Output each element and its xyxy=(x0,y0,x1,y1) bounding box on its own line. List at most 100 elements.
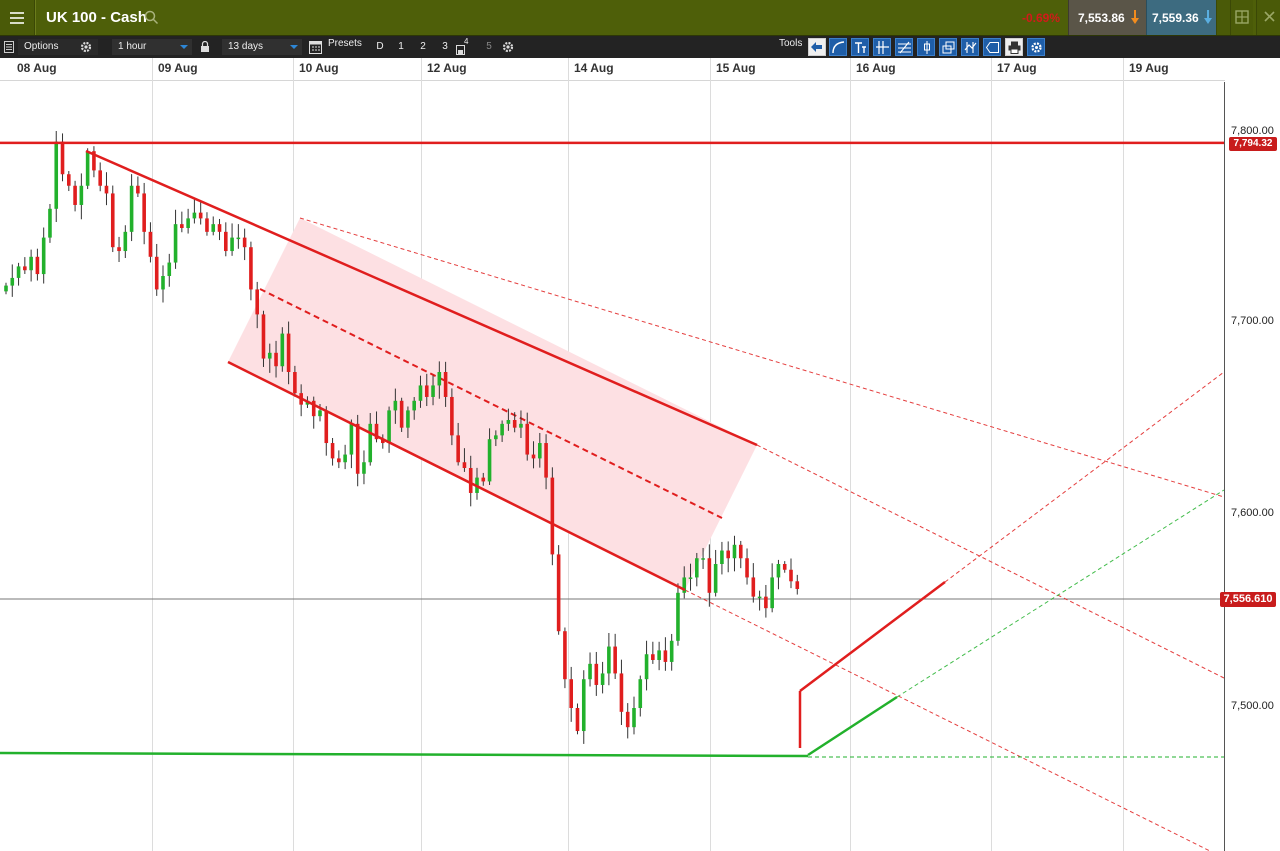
candle xyxy=(173,224,178,263)
candle xyxy=(362,462,366,474)
candle xyxy=(701,558,705,560)
wedge-bottom-line[interactable] xyxy=(807,695,898,757)
price-tick-label: 7,700.00 xyxy=(1231,315,1274,327)
candle xyxy=(789,569,793,582)
candle xyxy=(224,231,228,252)
candle xyxy=(625,711,630,728)
candle xyxy=(468,468,473,493)
candle xyxy=(588,663,592,680)
candle xyxy=(506,420,511,424)
candle xyxy=(110,193,115,248)
candle xyxy=(117,247,121,252)
price-tick-label: 7,500.00 xyxy=(1231,700,1274,712)
candle xyxy=(355,423,360,474)
candle xyxy=(519,423,523,428)
candle xyxy=(198,212,203,219)
candle xyxy=(35,256,40,275)
candle xyxy=(343,454,347,463)
candle xyxy=(695,558,699,578)
candle xyxy=(399,400,404,428)
candle xyxy=(274,352,278,367)
candle xyxy=(726,550,730,559)
candle xyxy=(142,193,146,232)
candle xyxy=(651,654,655,660)
price-chart[interactable] xyxy=(0,0,1280,851)
candle xyxy=(443,372,448,397)
candle xyxy=(563,631,567,680)
candle xyxy=(450,396,454,436)
candle xyxy=(437,372,442,386)
candle xyxy=(713,564,718,593)
candle xyxy=(98,170,102,186)
candle xyxy=(613,646,617,674)
price-axis-line xyxy=(1224,82,1225,851)
wedge-top-line[interactable] xyxy=(799,581,946,692)
candle xyxy=(368,423,373,463)
candle xyxy=(318,410,322,417)
candle xyxy=(418,385,423,401)
candle xyxy=(79,185,84,205)
candle xyxy=(249,247,253,290)
candle xyxy=(663,650,668,662)
candle xyxy=(23,266,27,271)
resistance-price-tag: 7,794.32 xyxy=(1229,137,1277,151)
candle xyxy=(67,174,71,186)
candle xyxy=(186,218,190,228)
candle xyxy=(525,423,530,455)
candle xyxy=(29,256,33,271)
candle xyxy=(738,544,743,559)
candle xyxy=(751,577,756,597)
candle xyxy=(500,423,504,436)
candle xyxy=(148,231,153,257)
candle xyxy=(211,224,216,232)
candle xyxy=(123,231,128,252)
candle xyxy=(481,477,486,482)
candle xyxy=(261,314,266,359)
candle xyxy=(431,385,435,397)
candle xyxy=(688,577,693,579)
candle xyxy=(632,708,636,728)
candle xyxy=(349,423,354,455)
candle xyxy=(720,550,724,564)
candle xyxy=(462,462,467,468)
candle xyxy=(538,443,542,459)
candle xyxy=(770,577,774,609)
candle xyxy=(644,654,649,680)
price-tick-label: 7,600.00 xyxy=(1231,507,1274,519)
candle xyxy=(267,352,272,359)
candle xyxy=(255,289,259,315)
candle xyxy=(4,285,8,292)
candle xyxy=(60,141,65,175)
candle xyxy=(424,385,429,397)
projection-line xyxy=(944,371,1225,583)
candle xyxy=(776,564,781,578)
candle xyxy=(707,558,712,593)
candle xyxy=(387,410,391,444)
candle xyxy=(676,592,680,641)
candle xyxy=(456,435,460,463)
candle xyxy=(230,237,234,252)
support-line[interactable] xyxy=(0,751,809,758)
candle xyxy=(512,420,517,428)
candle xyxy=(242,237,247,248)
projection-line xyxy=(896,489,1225,698)
candle xyxy=(569,679,573,708)
candle xyxy=(669,640,674,662)
candle xyxy=(581,679,586,732)
candle xyxy=(192,212,197,219)
candle xyxy=(764,596,768,609)
candle xyxy=(406,410,410,428)
candle xyxy=(293,372,297,394)
price-tick-label: 7,800.00 xyxy=(1231,125,1274,137)
candle xyxy=(638,679,643,708)
candle xyxy=(73,185,77,205)
candle xyxy=(236,237,241,240)
candle xyxy=(607,646,611,674)
candle xyxy=(286,333,291,372)
candle xyxy=(757,596,762,599)
candle xyxy=(619,673,624,712)
candle xyxy=(556,554,561,632)
candle xyxy=(594,663,599,685)
candle xyxy=(54,141,59,209)
candle xyxy=(487,439,492,482)
